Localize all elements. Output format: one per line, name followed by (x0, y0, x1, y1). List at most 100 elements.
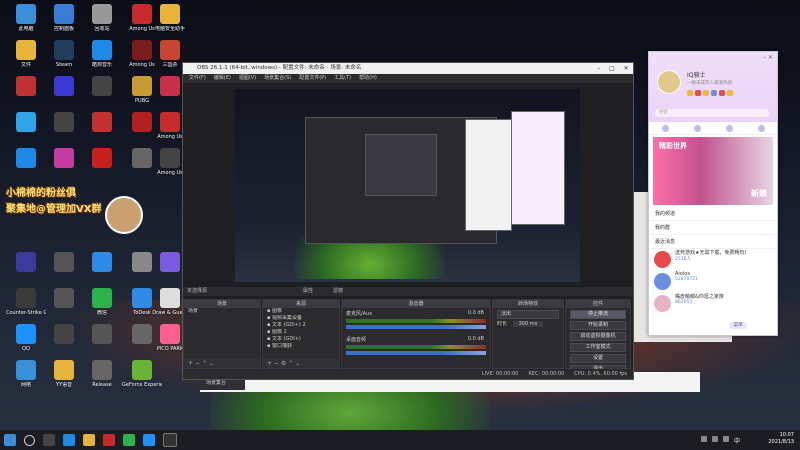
obs-menu-item[interactable]: 帮助(H) (359, 74, 377, 83)
tray-icon[interactable] (700, 436, 707, 442)
remove-icon[interactable]: − (195, 360, 200, 367)
transition-select[interactable]: 淡出 (497, 310, 559, 319)
home-icon[interactable] (661, 124, 669, 132)
move-up-icon[interactable]: ⌃ (288, 360, 293, 367)
remove-icon[interactable]: − (274, 360, 279, 367)
source-item[interactable]: ▪ 图像 (263, 308, 339, 315)
list-item[interactable]: 送死游戏★无需下载，免费畅玩! 2516人 (649, 249, 777, 271)
scene-item[interactable]: 场景 (184, 308, 260, 315)
source-item[interactable]: ▪ 视频采集设备 (263, 315, 339, 322)
desktop-icon[interactable] (82, 252, 122, 288)
desktop-icon[interactable]: 文件 (6, 40, 46, 76)
desktop-icon[interactable] (6, 76, 46, 112)
desktop-icon[interactable] (6, 252, 46, 288)
source-item[interactable]: ▪ 文本 (GDI+) 2 (263, 322, 339, 329)
obs-titlebar[interactable]: OBS 26.1.1 (64-bit, windows) - 配置文件: 未命名… (183, 63, 633, 74)
volume-slider[interactable] (346, 351, 486, 355)
obs-menu-item[interactable]: 文件(F) (189, 74, 206, 83)
desktop-icon[interactable] (44, 252, 84, 288)
desktop-icon[interactable]: 网络 (6, 360, 46, 396)
close-icon[interactable]: ✕ (624, 63, 629, 74)
desktop-icon[interactable] (44, 76, 84, 112)
volume-slider[interactable] (346, 325, 486, 329)
desktop-icon[interactable]: QQ (6, 324, 46, 360)
mixer-channel-mic[interactable]: 麦克风/Aux 0.0 dB (342, 308, 490, 334)
obs-icon[interactable] (163, 433, 177, 447)
desktop-icon[interactable]: 电脑安全助手 (150, 4, 190, 40)
clock[interactable]: 10:07 2021/8/13 (768, 432, 794, 446)
folder-icon[interactable] (83, 434, 95, 446)
desktop-icon[interactable] (82, 148, 122, 184)
qq-icon[interactable] (143, 434, 155, 446)
close-icon[interactable]: ✕ (768, 54, 773, 61)
qq-nickname[interactable]: IQ骑士 (687, 70, 706, 79)
desktop-icon[interactable]: YY语音 (44, 360, 84, 396)
desktop-icon[interactable]: 控制面板 (44, 4, 84, 40)
obs-window[interactable]: OBS 26.1.1 (64-bit, windows) - 配置文件: 未命名… (182, 62, 634, 380)
source-item[interactable]: ▪ 窗口捕获 (263, 343, 339, 350)
qq-signature[interactable]: 一群未成年人来凑热闹 (687, 80, 732, 86)
windows-start-icon[interactable] (4, 434, 16, 446)
minimize-icon[interactable]: – (763, 54, 766, 61)
apps-icon[interactable] (757, 124, 765, 132)
desktop-icon[interactable]: Release (82, 360, 122, 396)
desktop-icon[interactable] (44, 148, 84, 184)
qq-menu-button[interactable]: 菜单 (729, 322, 747, 329)
desktop-icon[interactable] (82, 76, 122, 112)
contacts-icon[interactable] (725, 124, 733, 132)
gear-icon[interactable]: ⚙ (281, 360, 286, 367)
desktop-icon[interactable] (82, 324, 122, 360)
desktop-icon[interactable]: 回收站 (82, 4, 122, 40)
chat-icon[interactable] (693, 124, 701, 132)
list-item[interactable]: 嘴皮萌萌&你逛之家族 862055 (649, 293, 777, 315)
obs-menu-item[interactable]: 场景集合(S) (264, 74, 291, 83)
obs-menu-item[interactable]: 工具(T) (334, 74, 351, 83)
task-view-icon[interactable] (43, 434, 55, 446)
obs-menu-item[interactable]: 编辑(E) (214, 74, 231, 83)
avatar[interactable] (657, 70, 681, 94)
add-icon[interactable]: + (267, 360, 272, 367)
qq-section-recent[interactable]: 最近消息 (649, 235, 777, 249)
source-item[interactable]: ▪ 文本 (GDI+) (263, 336, 339, 343)
control-button[interactable]: 启动虚拟摄像机 (570, 332, 626, 341)
control-button[interactable]: 停止推流 (570, 310, 626, 319)
desktop-icon[interactable]: 酷狗音乐 (82, 40, 122, 76)
maximize-icon[interactable]: □ (609, 63, 615, 74)
filters-button[interactable]: 滤镜 (333, 287, 343, 296)
network-icon[interactable] (711, 436, 718, 442)
add-icon[interactable]: + (188, 360, 193, 367)
desktop-icon[interactable]: 此电脑 (6, 4, 46, 40)
desktop-icon[interactable]: 微信 (82, 288, 122, 324)
volume-icon[interactable] (722, 436, 729, 442)
obs-menu-item[interactable]: 视图(V) (239, 74, 256, 83)
qq-search-input[interactable]: 搜索 (655, 109, 769, 117)
control-button[interactable]: 工作室模式 (570, 343, 626, 352)
mixer-channel-desktop[interactable]: 桌面音频 0.0 dB (342, 334, 490, 360)
qq-panel[interactable]: – ✕ IQ骑士 一群未成年人来凑热闹 搜索 精彩世界 新娘 我的频道 我的群 … (648, 51, 778, 336)
obs-menu-item[interactable]: 配置文件(P) (299, 74, 326, 83)
control-button[interactable]: 开始录制 (570, 321, 626, 330)
obs-preview[interactable] (235, 89, 580, 282)
wechat-icon[interactable] (123, 434, 135, 446)
desktop-icon[interactable] (82, 112, 122, 148)
qq-banner[interactable]: 精彩世界 新娘 (653, 137, 773, 205)
desktop-icon[interactable] (6, 112, 46, 148)
qq-section-groups[interactable]: 我的群 (649, 221, 777, 235)
source-item[interactable]: ▪ 图像 2 (263, 329, 339, 336)
duration-input[interactable]: 300 ms (512, 321, 544, 327)
desktop-icon[interactable]: Counter-Strike Global Off... (6, 288, 46, 324)
control-button[interactable]: 设置 (570, 354, 626, 363)
desktop-icon[interactable] (44, 288, 84, 324)
move-up-icon[interactable]: ⌃ (202, 360, 207, 367)
desktop-icon[interactable]: Steam (44, 40, 84, 76)
properties-button[interactable]: 属性 (303, 287, 313, 296)
list-item[interactable]: Aiolos 52870721 (649, 271, 777, 293)
app-icon[interactable] (103, 434, 115, 446)
move-down-icon[interactable]: ⌄ (295, 360, 300, 367)
qq-section-channels[interactable]: 我的频道 (649, 207, 777, 221)
desktop-icon[interactable] (44, 324, 84, 360)
edge-icon[interactable] (63, 434, 75, 446)
desktop-icon[interactable] (44, 112, 84, 148)
move-down-icon[interactable]: ⌄ (209, 360, 214, 367)
search-icon[interactable] (24, 434, 35, 446)
